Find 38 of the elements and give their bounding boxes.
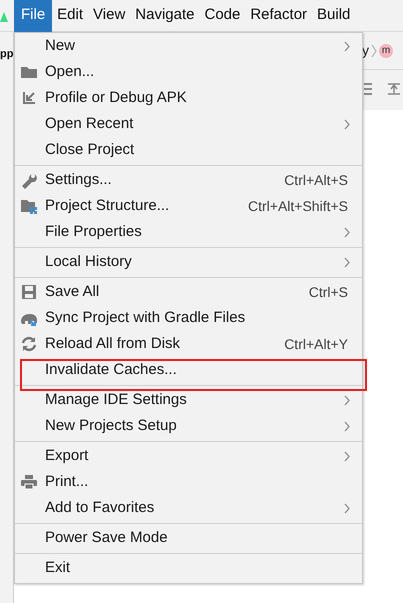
menu-item[interactable]: Local History <box>15 249 362 275</box>
menu-bar-item[interactable]: Navigate <box>130 0 200 32</box>
menu-bar-item[interactable]: File <box>14 0 52 32</box>
folder-grid-icon <box>20 197 38 215</box>
expand-icon[interactable] <box>388 83 400 95</box>
menu-item[interactable]: Reload All from Disk Ctrl+Alt+Y <box>15 331 362 357</box>
refresh-icon <box>20 335 38 353</box>
menu-bar-item[interactable]: Edit <box>52 0 88 32</box>
menu-item[interactable]: Settings... Ctrl+Alt+S <box>15 167 362 193</box>
menu-bar-item[interactable]: Build <box>312 0 356 32</box>
menu-item[interactable]: Profile or Debug APK <box>15 85 362 111</box>
menu-item[interactable]: Close Project <box>15 137 362 163</box>
menu-item[interactable]: Add to Favorites <box>15 495 362 521</box>
menu-item[interactable]: Sync Project with Gradle Files <box>15 305 362 331</box>
menu-item[interactable]: Print... <box>15 469 362 495</box>
menu-item[interactable]: Save All Ctrl+S <box>15 279 362 305</box>
menu-bar-item[interactable]: Refactor <box>245 0 312 32</box>
menu-item[interactable]: Open Recent <box>15 111 362 137</box>
save-icon <box>20 283 38 301</box>
menu-item[interactable]: Project Structure... Ctrl+Alt+Shift+S <box>15 193 362 219</box>
arrow-down-left-icon <box>20 89 38 107</box>
menu-bar-item[interactable]: Code <box>199 0 246 32</box>
chevron-right-icon <box>371 44 377 58</box>
menu-item[interactable]: New <box>15 33 362 59</box>
menu-bar-item[interactable]: View <box>88 0 130 32</box>
menu-item[interactable]: Export <box>15 443 362 469</box>
menu-item[interactable]: New Projects Setup <box>15 413 362 439</box>
wrench-icon <box>20 171 38 189</box>
menu-item[interactable]: Invalidate Caches... <box>15 357 362 383</box>
menu-item[interactable]: Power Save Mode <box>15 525 362 551</box>
menu-item[interactable]: Exit <box>15 555 362 581</box>
printer-icon <box>20 473 38 491</box>
menu-item[interactable]: Open... <box>15 59 362 85</box>
menu-item[interactable]: File Properties <box>15 219 362 245</box>
project-title: pp <box>0 47 14 62</box>
avatar-badge: m <box>379 44 393 58</box>
android-icon <box>0 10 8 22</box>
menu-item[interactable]: Manage IDE Settings <box>15 387 362 413</box>
